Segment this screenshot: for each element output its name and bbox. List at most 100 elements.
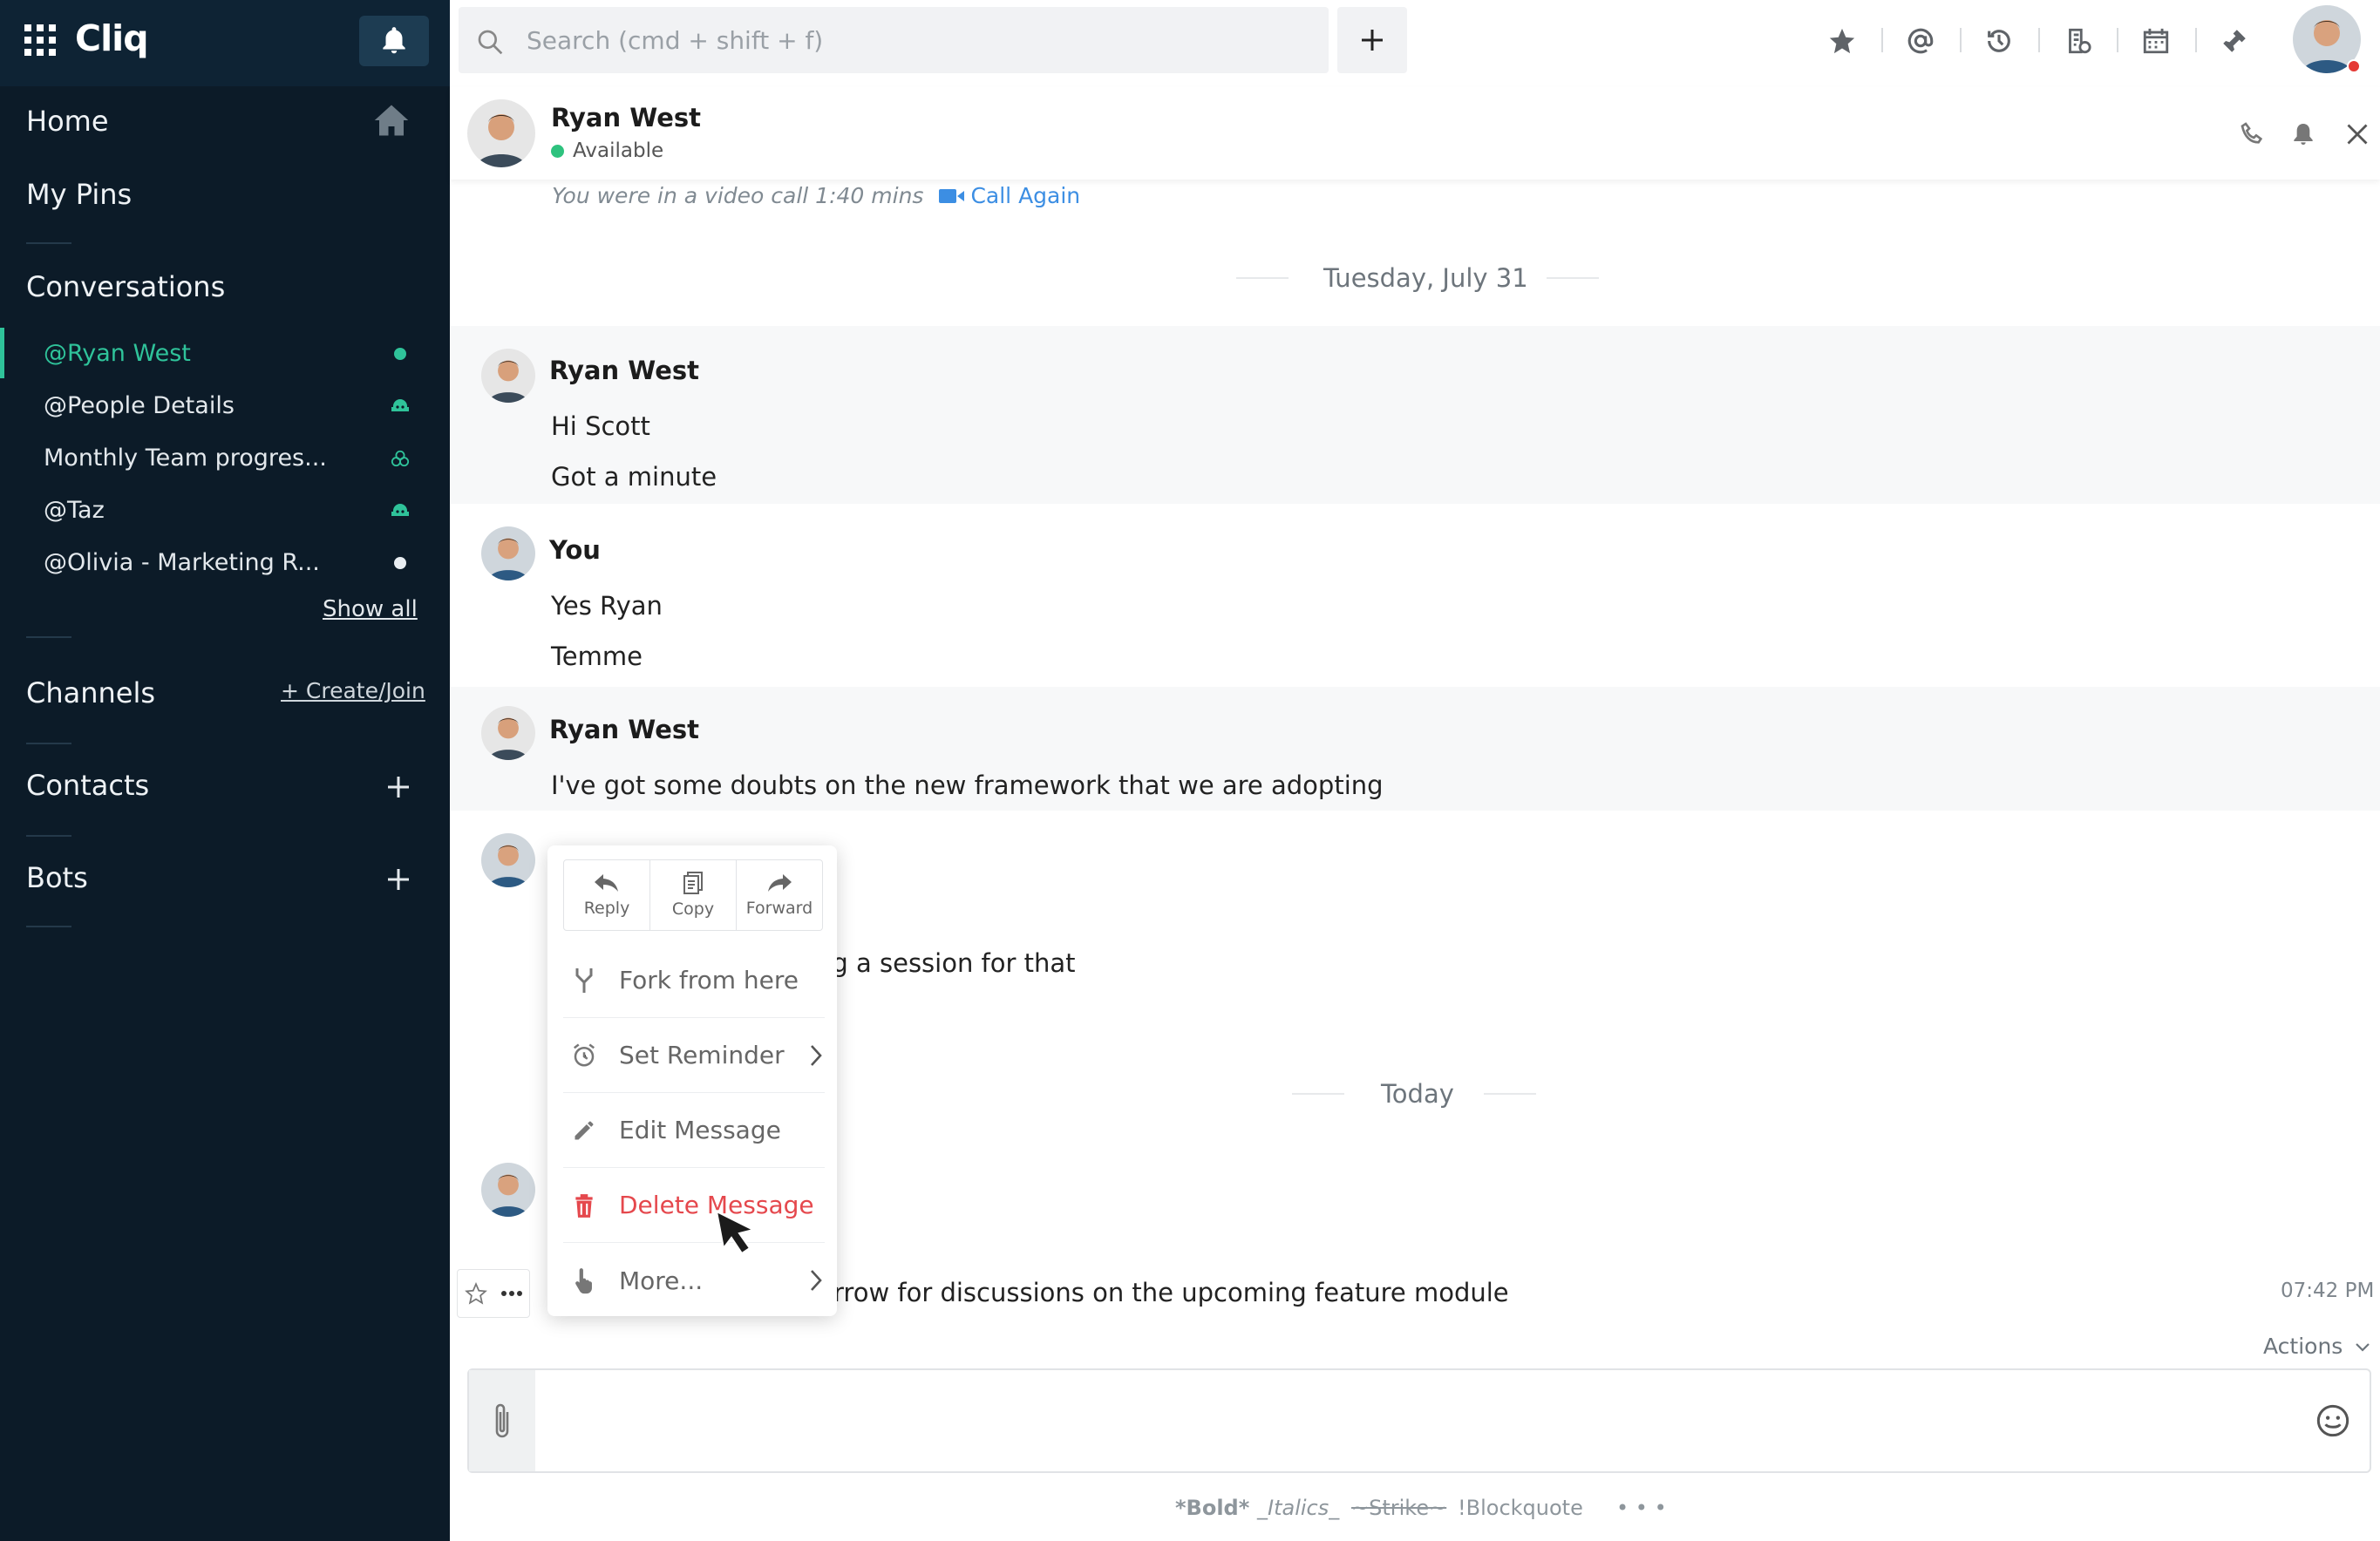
divider	[1292, 1093, 1344, 1095]
message-text[interactable]: Yes Ryan	[551, 591, 663, 621]
fork-icon	[575, 967, 593, 993]
divider	[26, 242, 71, 244]
app-grid-icon[interactable]	[24, 24, 56, 56]
reply-button[interactable]: Reply	[564, 860, 650, 930]
conversation-label: @Olivia - Marketing R...	[44, 548, 320, 576]
conversation-item-taz[interactable]: @Taz	[0, 485, 450, 535]
history-icon[interactable]	[1984, 26, 2014, 56]
date-separator: Tuesday, July 31	[1323, 263, 1528, 293]
call-again-link[interactable]: Call Again	[970, 183, 1080, 208]
message-context-menu: Reply Copy Forward Fork from here Set Re…	[547, 845, 837, 1316]
conversation-item-people-details[interactable]: @People Details	[0, 380, 450, 431]
alarm-clock-icon	[574, 1043, 595, 1066]
contact-status: Available	[551, 139, 663, 162]
format-hint-blockquote[interactable]: !Blockquote	[1458, 1496, 1583, 1520]
task-icon[interactable]	[2063, 26, 2092, 56]
show-all-link[interactable]: Show all	[323, 596, 418, 622]
menu-item-set-reminder[interactable]: Set Reminder	[563, 1018, 825, 1093]
sender-avatar[interactable]	[481, 706, 535, 760]
divider	[1881, 28, 1883, 52]
message-text[interactable]: rrow for discussions on the upcoming fea…	[833, 1278, 1509, 1307]
divider	[26, 835, 71, 837]
message-input[interactable]	[547, 1370, 2291, 1471]
sender-avatar[interactable]	[481, 833, 535, 887]
star-icon[interactable]	[1827, 26, 1857, 56]
date-separator: Today	[1381, 1079, 1454, 1109]
contacts-header[interactable]: Contacts	[26, 769, 149, 802]
copy-icon	[683, 872, 703, 894]
conversation-item-ryan-west[interactable]: @Ryan West	[0, 328, 450, 378]
sender-name: Ryan West	[549, 356, 699, 385]
sidebar: Cliq Home My Pins Conversations @Ryan We…	[0, 0, 450, 1541]
mentions-icon[interactable]	[1906, 26, 1935, 56]
divider	[26, 926, 71, 927]
format-hint-strike[interactable]: ~Strike~	[1351, 1496, 1446, 1520]
message-text[interactable]: Temme	[551, 642, 643, 671]
trash-icon	[575, 1193, 593, 1218]
actions-label: Actions	[2263, 1334, 2343, 1359]
sender-avatar[interactable]	[481, 349, 535, 403]
user-status-indicator	[2347, 59, 2361, 73]
nav-my-pins[interactable]: My Pins	[26, 178, 132, 211]
status-text: Available	[573, 139, 664, 162]
plus-icon	[1362, 30, 1383, 51]
conversation-label: @People Details	[44, 391, 235, 419]
format-hint-bold[interactable]: *Bold*	[1175, 1496, 1249, 1520]
phone-icon[interactable]	[2239, 120, 2267, 148]
menu-item-edit-message[interactable]: Edit Message	[563, 1093, 825, 1168]
copy-button[interactable]: Copy	[650, 860, 737, 930]
nav-home[interactable]: Home	[26, 105, 109, 138]
conversation-item-monthly-team[interactable]: Monthly Team progres...	[0, 432, 450, 483]
create-join-link[interactable]: + Create/Join	[281, 678, 425, 703]
channels-header[interactable]: Channels	[26, 676, 155, 709]
new-chat-button[interactable]	[1337, 7, 1407, 73]
copy-label: Copy	[671, 899, 715, 919]
forward-icon	[768, 874, 792, 892]
bell-icon[interactable]	[2289, 120, 2317, 148]
sender-avatar[interactable]	[481, 526, 535, 580]
close-icon[interactable]	[2345, 122, 2370, 146]
menu-item-delete-message[interactable]: Delete Message	[563, 1168, 825, 1243]
divider	[1236, 277, 1289, 279]
conversation-label: @Taz	[44, 496, 105, 524]
message-text[interactable]: Hi Scott	[551, 411, 650, 441]
integrations-icon[interactable]	[2220, 26, 2249, 56]
format-hint-italics[interactable]: _Italics_	[1257, 1496, 1339, 1520]
bell-icon	[383, 27, 405, 54]
bot-icon	[391, 504, 409, 516]
divider	[1960, 28, 1962, 52]
actions-dropdown[interactable]: Actions	[2263, 1334, 2370, 1359]
divider	[2195, 28, 2197, 52]
message-text[interactable]: ng a session for that	[816, 948, 1076, 978]
star-outline-icon[interactable]	[464, 1282, 487, 1305]
search-bar[interactable]	[459, 7, 1329, 73]
home-icon[interactable]	[373, 103, 410, 138]
forward-button[interactable]: Forward	[737, 860, 822, 930]
menu-item-fork[interactable]: Fork from here	[563, 943, 825, 1018]
search-input[interactable]	[527, 7, 1311, 73]
conversations-header[interactable]: Conversations	[26, 270, 225, 303]
call-log: You were in a video call 1:40 mins Call …	[552, 183, 1080, 208]
menu-item-more[interactable]: More...	[563, 1243, 825, 1318]
sender-avatar[interactable]	[481, 1163, 535, 1217]
reply-label: Reply	[583, 899, 630, 918]
emoji-icon[interactable]	[2315, 1403, 2350, 1438]
mouse-cursor-icon	[715, 1210, 756, 1255]
add-bot-icon[interactable]	[387, 868, 410, 891]
add-contact-icon[interactable]	[387, 776, 410, 798]
message-text[interactable]: Got a minute	[551, 462, 717, 492]
message-text[interactable]: I've got some doubts on the new framewor…	[551, 770, 1384, 800]
chat-header: Ryan West Available	[450, 87, 2380, 180]
contact-avatar[interactable]	[467, 99, 535, 167]
conversation-item-olivia[interactable]: @Olivia - Marketing R...	[0, 537, 450, 587]
bots-header[interactable]: Bots	[26, 861, 88, 894]
forward-label: Forward	[745, 899, 813, 918]
menu-item-label: Edit Message	[619, 1116, 781, 1144]
notifications-button[interactable]	[359, 16, 429, 66]
attach-button[interactable]	[469, 1370, 535, 1471]
more-options-icon[interactable]	[500, 1290, 523, 1297]
format-more-icon[interactable]: • • •	[1616, 1496, 1667, 1520]
app-logo: Cliq	[75, 17, 149, 59]
pencil-icon	[575, 1121, 594, 1139]
calendar-icon[interactable]	[2141, 26, 2171, 56]
